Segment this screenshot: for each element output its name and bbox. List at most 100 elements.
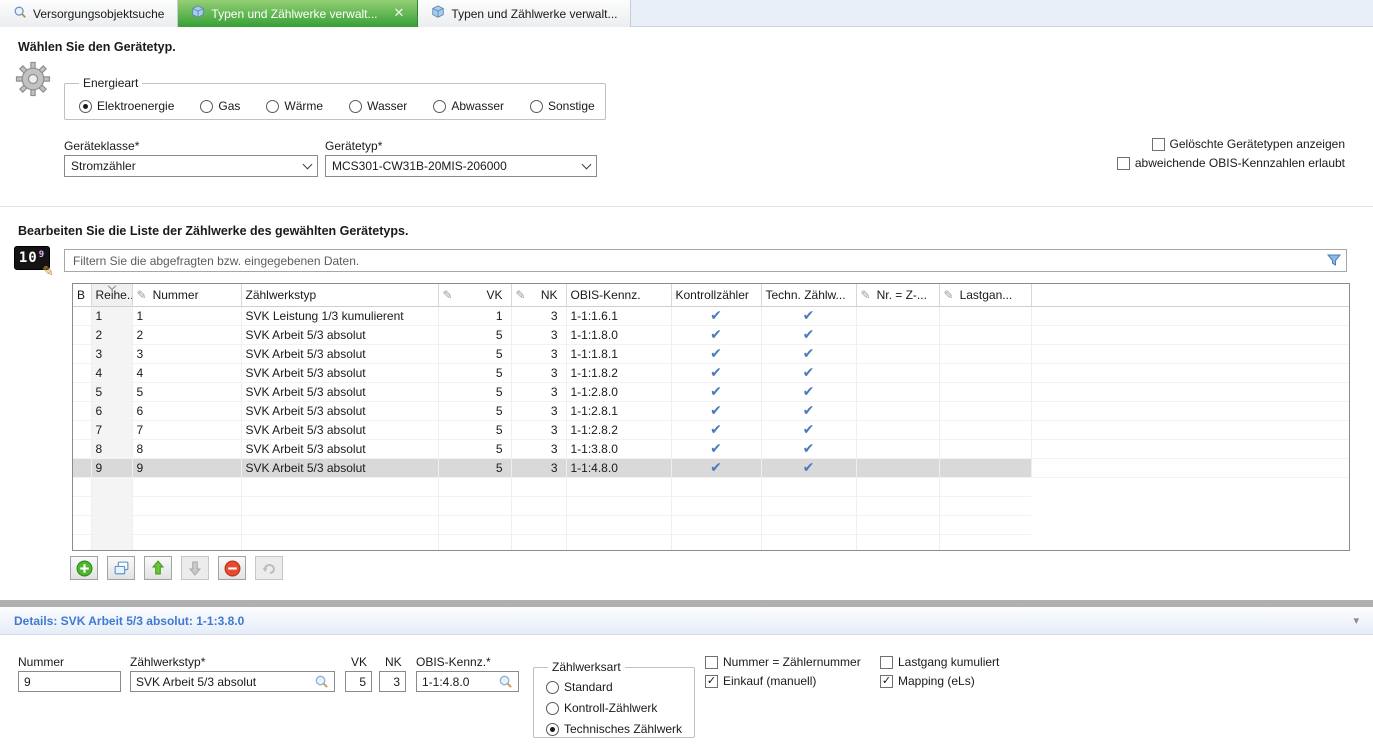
copy-button[interactable]	[107, 556, 135, 580]
filter-funnel-icon[interactable]	[1326, 252, 1342, 268]
col-header-zaehlwerkstyp[interactable]: Zählwerkstyp	[241, 284, 438, 306]
tab-versorgungsobjektsuche[interactable]: Versorgungsobjektsuche	[0, 0, 178, 27]
move-up-button[interactable]	[144, 556, 172, 580]
obis-input[interactable]: 1-1:4.8.0	[416, 671, 519, 692]
cell	[939, 477, 1031, 496]
chevron-down-icon	[303, 159, 313, 169]
undo-button	[255, 556, 283, 580]
check-icon: ✔	[710, 365, 722, 381]
nk-input[interactable]: 3	[379, 671, 406, 692]
lookup-magnifier-icon[interactable]	[314, 674, 329, 689]
cell	[511, 534, 566, 551]
cell-b	[73, 363, 91, 382]
table-row[interactable]: 11SVK Leistung 1/3 kumulierent131-1:1.6.…	[73, 306, 1349, 325]
table-empty-row	[73, 534, 1349, 551]
cell-nr-z	[856, 382, 939, 401]
delete-button[interactable]	[218, 556, 246, 580]
col-header-obis[interactable]: OBIS-Kennz.	[566, 284, 671, 306]
col-header-vk[interactable]: ✎VK	[438, 284, 511, 306]
checkbox-gelöschte-gerätetypen-anzeigen[interactable]: Gelöschte Gerätetypen anzeigen	[1152, 137, 1345, 151]
cell	[438, 477, 511, 496]
tab-typen-zaehlwerke-1[interactable]: Typen und Zählwerke verwalt... ✕	[178, 0, 418, 27]
check-icon: ✔	[710, 460, 722, 476]
radio-technisches-zählwerk[interactable]: Technisches Zählwerk	[546, 722, 682, 736]
table-row[interactable]: 99SVK Arbeit 5/3 absolut531-1:4.8.0✔✔	[73, 458, 1349, 477]
table-row[interactable]: 44SVK Arbeit 5/3 absolut531-1:1.8.2✔✔	[73, 363, 1349, 382]
radio-label: Standard	[564, 680, 613, 694]
table-row[interactable]: 33SVK Arbeit 5/3 absolut531-1:1.8.1✔✔	[73, 344, 1349, 363]
collapse-chevron-icon[interactable]: ▾	[1353, 614, 1359, 627]
radio-kontroll-zählwerk[interactable]: Kontroll-Zählwerk	[546, 701, 682, 715]
cell-lastgang	[939, 458, 1031, 477]
nummer-input[interactable]: 9	[18, 671, 121, 692]
checkbox-einkauf-manuell[interactable]: ✓Einkauf (manuell)	[705, 674, 861, 688]
table-row[interactable]: 66SVK Arbeit 5/3 absolut531-1:2.8.1✔✔	[73, 401, 1349, 420]
checkbox-mapping-els[interactable]: ✓Mapping (eLs)	[880, 674, 999, 688]
checkbox-lastgang-kumuliert[interactable]: Lastgang kumuliert	[880, 655, 999, 669]
add-button[interactable]	[70, 556, 98, 580]
cell-nr-z	[856, 325, 939, 344]
radio-wärme[interactable]: Wärme	[266, 99, 323, 113]
table-row[interactable]: 77SVK Arbeit 5/3 absolut531-1:2.8.2✔✔	[73, 420, 1349, 439]
lookup-magnifier-icon[interactable]	[498, 674, 513, 689]
col-header-lastgang[interactable]: ✎Lastgan...	[939, 284, 1031, 306]
plus-circle-icon	[76, 560, 93, 577]
chevron-down-icon	[582, 159, 592, 169]
cell-obis: 1-1:4.8.0	[566, 458, 671, 477]
zaehlwerke-table: B Reihe... ✎Nummer Zählwerkstyp ✎VK ✎NK …	[72, 283, 1350, 551]
cell-kontrollzaehler: ✔	[671, 306, 761, 325]
radio-sonstige[interactable]: Sonstige	[530, 99, 595, 113]
radio-abwasser[interactable]: Abwasser	[433, 99, 504, 113]
radio-wasser[interactable]: Wasser	[349, 99, 407, 113]
details-checkbox-group-1: Nummer = Zählernummer ✓Einkauf (manuell)	[705, 655, 861, 688]
close-icon[interactable]: ✕	[394, 6, 405, 21]
geraetetyp-select[interactable]: MCS301-CW31B-20MIS-206000	[325, 155, 597, 177]
geraeteklasse-select[interactable]: Stromzähler	[64, 155, 318, 177]
cell	[511, 477, 566, 496]
cell	[939, 534, 1031, 551]
radio-circle	[266, 100, 279, 113]
col-header-nr-z[interactable]: ✎Nr. = Z-...	[856, 284, 939, 306]
cell-nk: 3	[511, 306, 566, 325]
col-header-reihenfolge[interactable]: Reihe...	[91, 284, 132, 306]
col-header-b[interactable]: B	[73, 284, 91, 306]
radio-label: Sonstige	[548, 99, 595, 113]
check-icon: ✔	[803, 460, 815, 476]
table-row[interactable]: 22SVK Arbeit 5/3 absolut531-1:1.8.0✔✔	[73, 325, 1349, 344]
col-header-nk[interactable]: ✎NK	[511, 284, 566, 306]
radio-gas[interactable]: Gas	[200, 99, 240, 113]
cell-lastgang	[939, 439, 1031, 458]
col-header-techn-zaehlwerk[interactable]: Techn. Zählw...	[761, 284, 856, 306]
cell-b	[73, 534, 91, 551]
col-header-kontrollzaehler[interactable]: Kontrollzähler	[671, 284, 761, 306]
cell	[761, 515, 856, 534]
col-header-nummer[interactable]: ✎Nummer	[132, 284, 241, 306]
cell-obis: 1-1:1.8.2	[566, 363, 671, 382]
vk-input[interactable]: 5	[345, 671, 372, 692]
checkbox-nummer-zählernummer[interactable]: Nummer = Zählernummer	[705, 655, 861, 669]
radio-elektroenergie[interactable]: Elektroenergie	[79, 99, 174, 113]
radio-standard[interactable]: Standard	[546, 680, 682, 694]
tab-typen-zaehlwerke-2[interactable]: Typen und Zählwerke verwalt...	[418, 0, 631, 27]
cell-kontrollzaehler: ✔	[671, 325, 761, 344]
cell	[761, 477, 856, 496]
radio-label: Kontroll-Zählwerk	[564, 701, 657, 715]
filter-input[interactable]	[64, 249, 1347, 272]
splitter-handle[interactable]	[0, 600, 1373, 607]
table-row[interactable]: 88SVK Arbeit 5/3 absolut531-1:3.8.0✔✔	[73, 439, 1349, 458]
checkbox-abweichende-obis-kennzahlen-erlaubt[interactable]: abweichende OBIS-Kennzahlen erlaubt	[1117, 156, 1345, 170]
geraeteklasse-value: Stromzähler	[71, 159, 136, 173]
zaehlwerkstyp-input[interactable]: SVK Arbeit 5/3 absolut	[130, 671, 335, 692]
cell-b	[73, 477, 91, 496]
nummer-label: Nummer	[18, 655, 64, 669]
cell-reihenfolge	[91, 515, 132, 534]
cell-nummer: 2	[132, 325, 241, 344]
device-option-checkboxes: Gelöschte Gerätetypen anzeigen abweichend…	[1117, 137, 1345, 170]
radio-circle	[546, 702, 559, 715]
cell-zaehlwerkstyp: SVK Leistung 1/3 kumulierent	[241, 306, 438, 325]
cell-kontrollzaehler: ✔	[671, 401, 761, 420]
cell-nk: 3	[511, 458, 566, 477]
cell-kontrollzaehler: ✔	[671, 458, 761, 477]
table-row[interactable]: 55SVK Arbeit 5/3 absolut531-1:2.8.0✔✔	[73, 382, 1349, 401]
tab-label: Versorgungsobjektsuche	[33, 7, 164, 21]
